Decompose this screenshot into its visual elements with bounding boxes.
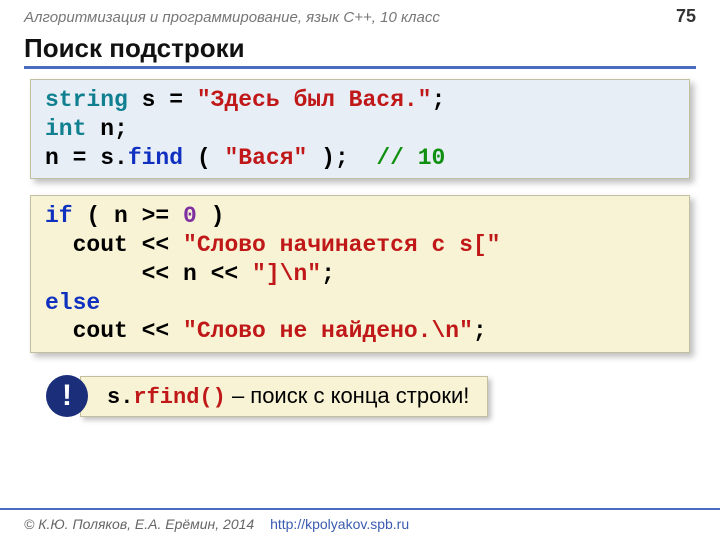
- code-text: ;: [431, 87, 445, 113]
- code-text: );: [307, 145, 376, 171]
- code-text: n;: [86, 116, 127, 142]
- page-number: 75: [676, 6, 696, 27]
- code-block-2: if ( n >= 0 ) cout << "Слово начинается …: [30, 195, 690, 353]
- note-row: ! s.rfind() – поиск с конца строки!: [46, 375, 690, 417]
- code-text: ;: [473, 318, 487, 344]
- note-text: – поиск с конца строки!: [226, 383, 470, 408]
- code-text: << n <<: [45, 261, 252, 287]
- code-text: (: [183, 145, 224, 171]
- kw-int: int: [45, 116, 86, 142]
- footer-authors: © К.Ю. Поляков, Е.А. Ерёмин, 2014: [24, 516, 254, 532]
- code-text: ): [197, 203, 225, 229]
- note-box: s.rfind() – поиск с конца строки!: [80, 376, 488, 417]
- code-text: cout <<: [45, 318, 183, 344]
- fn-find: find: [128, 145, 183, 171]
- num-literal: 0: [183, 203, 197, 229]
- slide-header: Алгоритмизация и программирование, язык …: [0, 0, 720, 29]
- code-text: cout <<: [45, 232, 183, 258]
- exclamation-icon: !: [46, 375, 88, 417]
- note-code-pre: s.: [107, 385, 133, 410]
- string-literal: "]\n": [252, 261, 321, 287]
- code-text: n = s.: [45, 145, 128, 171]
- kw-else: else: [45, 290, 100, 316]
- string-literal: "Здесь был Вася.": [197, 87, 432, 113]
- code-block-1: string s = "Здесь был Вася."; int n; n =…: [30, 79, 690, 179]
- comment: // 10: [376, 145, 445, 171]
- string-literal: "Слово не найдено.\n": [183, 318, 473, 344]
- string-literal: "Вася": [224, 145, 307, 171]
- slide-footer: © К.Ю. Поляков, Е.А. Ерёмин, 2014 http:/…: [0, 508, 720, 540]
- code-text: s =: [128, 87, 197, 113]
- kw-string: string: [45, 87, 128, 113]
- note-code-fn: rfind(): [133, 385, 225, 410]
- code-text: ( n >=: [73, 203, 183, 229]
- footer-url: http://kpolyakov.spb.ru: [270, 516, 409, 532]
- page-title: Поиск подстроки: [24, 33, 696, 69]
- header-subject: Алгоритмизация и программирование, язык …: [24, 9, 440, 26]
- string-literal: "Слово начинается с s[": [183, 232, 500, 258]
- code-text: ;: [321, 261, 335, 287]
- title-wrap: Поиск подстроки: [0, 29, 720, 69]
- kw-if: if: [45, 203, 73, 229]
